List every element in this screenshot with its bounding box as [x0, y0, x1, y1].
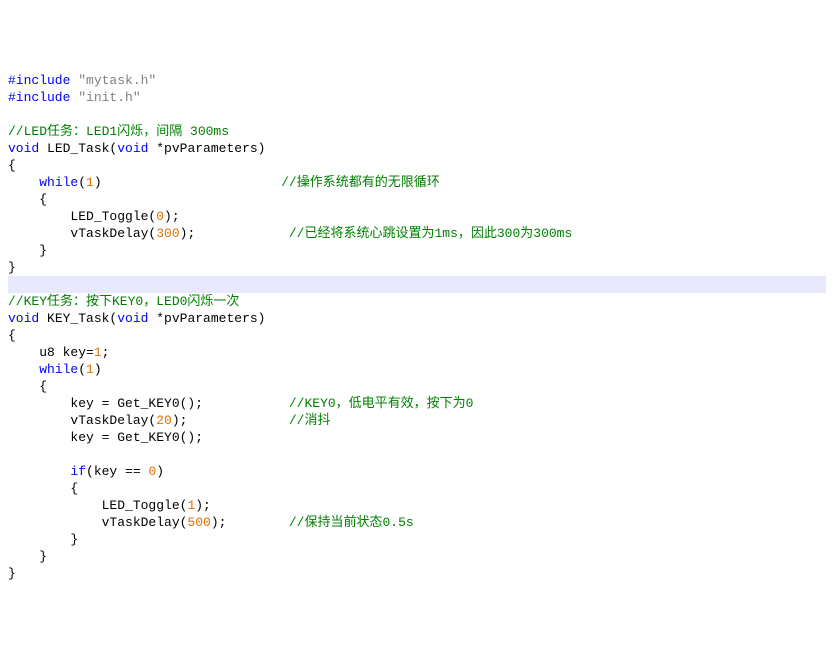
code-token-txt: } — [8, 243, 47, 258]
code-token-txt: ; — [102, 345, 110, 360]
code-line[interactable]: LED_Toggle(1); — [8, 497, 826, 514]
code-token-txt: ); — [195, 498, 211, 513]
code-token-cmt: //已经将系统心跳设置为1ms，因此300为300ms — [289, 226, 572, 241]
code-line[interactable]: LED_Toggle(0); — [8, 208, 826, 225]
code-token-txt: ); — [164, 209, 180, 224]
code-token-kw: void — [117, 311, 148, 326]
code-token-txt: *pvParameters) — [148, 311, 265, 326]
code-token-txt: key = Get_KEY0(); — [8, 430, 203, 445]
code-line[interactable]: vTaskDelay(300); //已经将系统心跳设置为1ms，因此300为3… — [8, 225, 826, 242]
code-token-txt: vTaskDelay( — [8, 226, 156, 241]
code-token-cmt: //消抖 — [289, 413, 331, 428]
code-token-txt: LED_Task( — [39, 141, 117, 156]
code-line[interactable] — [8, 446, 826, 463]
code-token-cmt: //KEY0，低电平有效，按下为0 — [289, 396, 474, 411]
code-line[interactable]: void KEY_Task(void *pvParameters) — [8, 310, 826, 327]
code-line[interactable]: } — [8, 548, 826, 565]
code-line[interactable]: { — [8, 378, 826, 395]
code-line[interactable]: } — [8, 565, 826, 582]
code-token-txt — [8, 362, 39, 377]
code-token-txt: { — [8, 481, 78, 496]
code-token-txt: ); — [211, 515, 289, 530]
code-token-txt: LED_Toggle( — [8, 209, 156, 224]
code-token-txt: LED_Toggle( — [8, 498, 187, 513]
code-token-num: 20 — [156, 413, 172, 428]
code-line[interactable]: } — [8, 531, 826, 548]
code-line[interactable]: { — [8, 191, 826, 208]
code-token-num: 0 — [156, 209, 164, 224]
code-line[interactable]: void LED_Task(void *pvParameters) — [8, 140, 826, 157]
code-token-kw: void — [8, 141, 39, 156]
code-token-txt: KEY_Task( — [39, 311, 117, 326]
code-token-num: 1 — [86, 362, 94, 377]
code-token-cmt: //KEY任务：按下KEY0，LED0闪烁一次 — [8, 294, 239, 309]
code-token-txt: } — [8, 566, 16, 581]
code-token-cmt: //操作系统都有的无限循环 — [281, 175, 440, 190]
code-token-kw: while — [39, 362, 78, 377]
code-line[interactable]: #include "init.h" — [8, 89, 826, 106]
code-token-num: 1 — [86, 175, 94, 190]
code-editor[interactable]: #include "mytask.h"#include "init.h" //L… — [8, 72, 826, 582]
code-line[interactable]: //LED任务：LED1闪烁，间隔 300ms — [8, 123, 826, 140]
code-line[interactable]: key = Get_KEY0(); //KEY0，低电平有效，按下为0 — [8, 395, 826, 412]
code-token-txt: { — [8, 158, 16, 173]
code-token-txt: { — [8, 328, 16, 343]
code-line[interactable]: } — [8, 259, 826, 276]
code-token-txt — [8, 464, 70, 479]
code-token-txt: ( — [78, 175, 86, 190]
code-line[interactable]: { — [8, 480, 826, 497]
code-line[interactable]: while(1) — [8, 361, 826, 378]
code-token-txt: u8 key= — [8, 345, 94, 360]
code-line[interactable]: vTaskDelay(500); //保持当前状态0.5s — [8, 514, 826, 531]
code-line[interactable]: key = Get_KEY0(); — [8, 429, 826, 446]
code-token-kw: #include — [8, 90, 78, 105]
code-token-txt: ); — [180, 226, 289, 241]
code-line[interactable] — [8, 106, 826, 123]
code-token-txt: } — [8, 260, 16, 275]
code-line[interactable]: //KEY任务：按下KEY0，LED0闪烁一次 — [8, 293, 826, 310]
code-token-kw: void — [8, 311, 39, 326]
code-line[interactable]: { — [8, 327, 826, 344]
code-token-str: "mytask.h" — [78, 73, 156, 88]
code-token-kw: if — [70, 464, 86, 479]
code-line[interactable]: { — [8, 157, 826, 174]
code-token-txt: ( — [78, 362, 86, 377]
code-token-txt: } — [8, 549, 47, 564]
code-token-kw: void — [117, 141, 148, 156]
code-token-txt: vTaskDelay( — [8, 515, 187, 530]
code-token-txt: *pvParameters) — [148, 141, 265, 156]
code-token-txt: (key == — [86, 464, 148, 479]
code-line[interactable]: if(key == 0) — [8, 463, 826, 480]
code-token-txt: ) — [94, 175, 281, 190]
code-token-num: 1 — [94, 345, 102, 360]
code-token-txt: ) — [94, 362, 102, 377]
code-token-txt: ); — [172, 413, 289, 428]
code-token-kw: while — [39, 175, 78, 190]
code-token-txt: ) — [156, 464, 164, 479]
code-token-txt: { — [8, 379, 47, 394]
code-token-cmt: //LED任务：LED1闪烁，间隔 300ms — [8, 124, 229, 139]
code-token-str: "init.h" — [78, 90, 140, 105]
code-line[interactable]: vTaskDelay(20); //消抖 — [8, 412, 826, 429]
code-token-txt — [8, 175, 39, 190]
code-line[interactable]: while(1) //操作系统都有的无限循环 — [8, 174, 826, 191]
code-token-cmt: //保持当前状态0.5s — [289, 515, 414, 530]
code-token-num: 300 — [156, 226, 179, 241]
code-token-txt: { — [8, 192, 47, 207]
code-line[interactable]: } — [8, 242, 826, 259]
code-token-num: 500 — [187, 515, 210, 530]
code-line[interactable]: #include "mytask.h" — [8, 72, 826, 89]
code-line[interactable]: u8 key=1; — [8, 344, 826, 361]
code-token-txt: vTaskDelay( — [8, 413, 156, 428]
code-token-txt: } — [8, 532, 78, 547]
code-line[interactable] — [8, 276, 826, 293]
code-token-txt: key = Get_KEY0(); — [8, 396, 289, 411]
code-token-kw: #include — [8, 73, 78, 88]
